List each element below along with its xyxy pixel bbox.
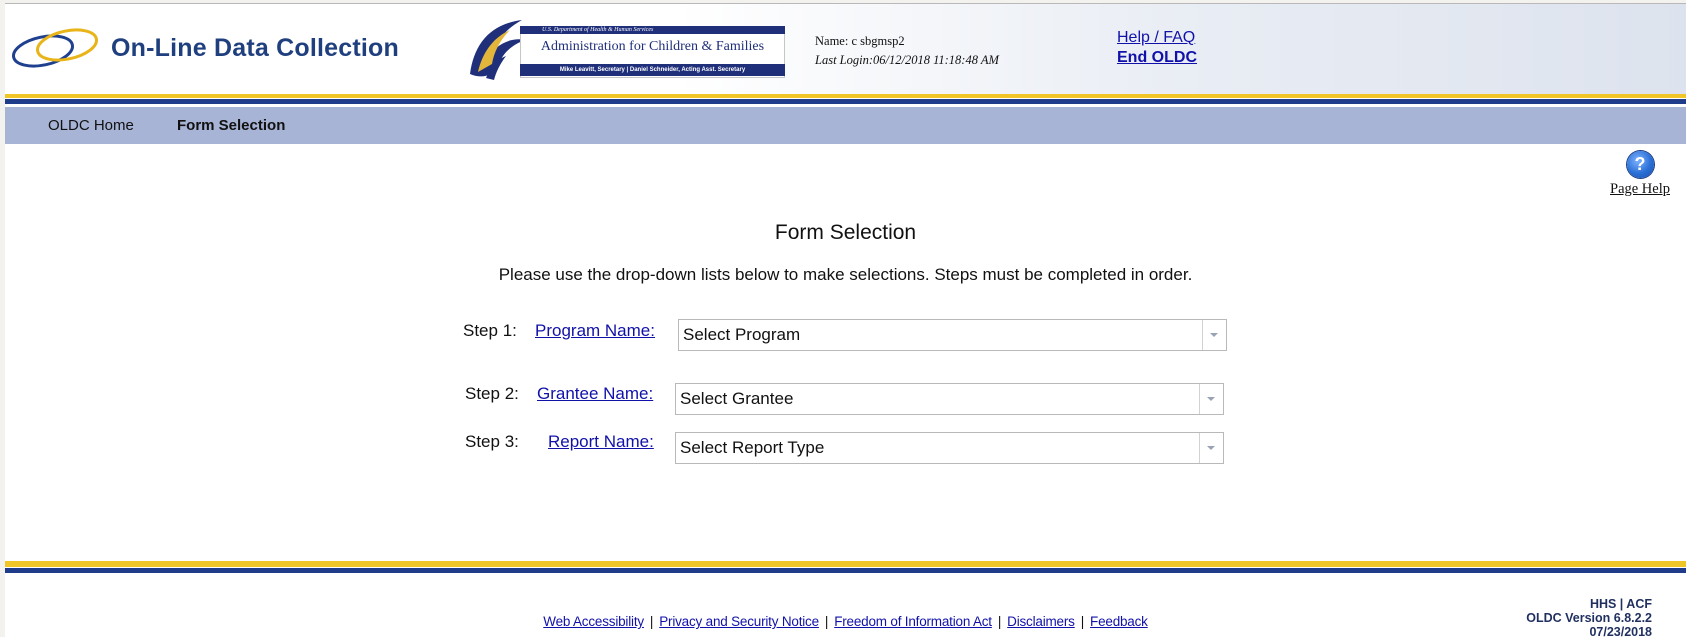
grantee-dropdown-button[interactable] (1199, 384, 1223, 414)
hhs-department: U.S. Department of Health & Human Servic… (520, 26, 785, 34)
program-select[interactable]: Select Program (678, 319, 1227, 351)
nav-bar: OLDC Home Form Selection (5, 107, 1686, 144)
page: On-Line Data Collection U.S. Department … (5, 3, 1686, 637)
grantee-select-value: Select Grantee (680, 389, 794, 408)
program-dropdown-button[interactable] (1202, 320, 1226, 350)
acf-banner: U.S. Department of Health & Human Servic… (460, 14, 785, 86)
question-icon: ? (1626, 151, 1654, 178)
footer-links: Web Accessibility | Privacy and Security N… (543, 614, 1148, 629)
acf-name: Administration for Children & Families (540, 39, 765, 54)
header-stripe-navy (5, 99, 1686, 104)
help-faq-link[interactable]: Help / FAQ (1117, 28, 1197, 48)
chevron-down-icon (1207, 446, 1215, 450)
report-dropdown-button[interactable] (1199, 433, 1223, 463)
footer-org: HHS | ACF (1589, 597, 1652, 611)
report-name-link[interactable]: Report Name: (548, 432, 654, 452)
user-info: Name: c sbgmsp2 Last Login:06/12/2018 11… (815, 32, 999, 70)
disclaimers-link[interactable]: Disclaimers (1007, 614, 1075, 629)
header: On-Line Data Collection U.S. Department … (5, 3, 1686, 94)
last-login: Last Login:06/12/2018 11:18:48 AM (815, 53, 999, 67)
web-accessibility-link[interactable]: Web Accessibility (543, 614, 644, 629)
footer-stripe-gold (5, 561, 1686, 567)
step-2-label: Step 2: (465, 384, 519, 403)
foia-link[interactable]: Freedom of Information Act (834, 614, 992, 629)
end-oldc-link[interactable]: End OLDC (1117, 48, 1197, 68)
app-title: On-Line Data Collection (111, 34, 399, 62)
step-3-label: Step 3: (465, 432, 519, 451)
nav-item-oldc-home[interactable]: OLDC Home (48, 107, 134, 144)
header-stripe-gold (5, 94, 1686, 98)
grantee-name-link[interactable]: Grantee Name: (537, 384, 653, 404)
acf-officials: Mike Leavitt, Secretary | Daniel Schneid… (520, 64, 785, 76)
nav-item-form-selection[interactable]: Form Selection (177, 107, 285, 144)
top-links: Help / FAQ End OLDC (1117, 28, 1197, 68)
step-1-label: Step 1: (463, 321, 517, 340)
chevron-down-icon (1207, 397, 1215, 401)
oldc-logo-icon (12, 28, 98, 68)
chevron-down-icon (1210, 333, 1218, 337)
footer-date: 07/23/2018 (1589, 625, 1652, 637)
page-title: Form Selection (774, 221, 917, 244)
page-help-label: Page Help (1610, 181, 1670, 197)
report-select[interactable]: Select Report Type (675, 432, 1224, 464)
grantee-select[interactable]: Select Grantee (675, 383, 1224, 415)
report-select-value: Select Report Type (680, 438, 825, 457)
feedback-link[interactable]: Feedback (1090, 614, 1148, 629)
privacy-notice-link[interactable]: Privacy and Security Notice (659, 614, 819, 629)
instructions: Please use the drop-down lists below to … (498, 265, 1193, 284)
program-select-value: Select Program (683, 325, 801, 344)
user-name: Name: c sbgmsp2 (815, 34, 905, 48)
page-help-button[interactable]: ? Page Help (1600, 151, 1680, 198)
program-name-link[interactable]: Program Name: (535, 321, 655, 341)
version-info: HHS | ACF OLDC Version 6.8.2.2 07/23/201… (1526, 597, 1652, 637)
footer-version: OLDC Version 6.8.2.2 (1526, 611, 1652, 625)
footer-stripe-navy (5, 568, 1686, 573)
